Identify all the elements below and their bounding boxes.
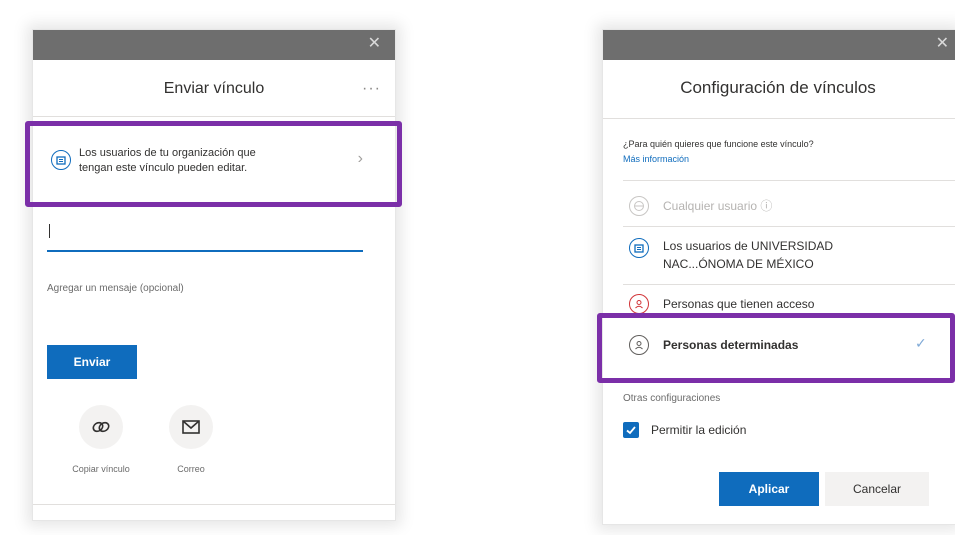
- link-icon: [92, 421, 110, 433]
- copy-link-label: Copiar vínculo: [72, 464, 130, 474]
- mail-icon: [182, 420, 200, 434]
- send-link-dialog: ✕ Enviar vínculo ··· Los usuarios de tu …: [33, 30, 395, 520]
- text-caret: [49, 224, 50, 238]
- dialog-title: Configuración de vínculos: [680, 78, 876, 97]
- bottom-divider: [33, 504, 395, 505]
- globe-icon: [629, 196, 649, 216]
- link-settings-highlight: [25, 121, 402, 207]
- option-divider: [623, 226, 955, 227]
- recipient-input[interactable]: [47, 218, 363, 248]
- title-divider: [33, 116, 395, 117]
- option-organization-label-line1: Los usuarios de UNIVERSIDAD: [663, 239, 834, 253]
- other-settings-label: Otras configuraciones: [623, 393, 721, 404]
- audience-question: ¿Para quién quieres que funcione este ví…: [623, 139, 814, 149]
- apply-button[interactable]: Aplicar: [719, 472, 819, 506]
- allow-edit-checkbox[interactable]: [623, 422, 639, 438]
- copy-link-button[interactable]: [79, 405, 123, 449]
- people-icon: [629, 294, 649, 314]
- dialog-titlebar: [33, 30, 395, 60]
- option-organization-label-line2: NAC...ÓNOMA DE MÉXICO: [663, 257, 814, 271]
- dialog-titlebar: [603, 30, 955, 60]
- specific-people-highlight: [597, 313, 955, 383]
- option-divider: [623, 284, 955, 285]
- link-settings-dialog: ✕ Configuración de vínculos ¿Para quién …: [603, 30, 955, 524]
- allow-edit-label: Permitir la edición: [651, 423, 747, 437]
- option-anyone-label: Cualquier usuario ⓘ: [663, 199, 773, 213]
- option-organization[interactable]: Los usuarios de UNIVERSIDAD NAC...ÓNOMA …: [623, 232, 943, 280]
- cancel-button[interactable]: Cancelar: [825, 472, 929, 506]
- option-anyone[interactable]: Cualquier usuario ⓘ: [623, 190, 943, 222]
- organization-icon: [629, 238, 649, 258]
- title-divider: [603, 118, 955, 119]
- close-icon[interactable]: ✕: [368, 35, 381, 53]
- email-label: Correo: [177, 464, 205, 474]
- close-icon[interactable]: ✕: [936, 35, 949, 53]
- more-options-icon[interactable]: ···: [362, 80, 381, 98]
- option-existing-access-label: Personas que tienen acceso: [663, 297, 815, 311]
- question-divider: [623, 180, 955, 181]
- recipient-input-underline: [47, 250, 363, 252]
- dialog-title: Enviar vínculo: [163, 80, 265, 97]
- checkmark-icon: [626, 426, 636, 435]
- send-button[interactable]: Enviar: [47, 345, 137, 379]
- more-info-link[interactable]: Más información: [623, 154, 689, 164]
- message-input[interactable]: Agregar un mensaje (opcional): [47, 283, 184, 294]
- email-button[interactable]: [169, 405, 213, 449]
